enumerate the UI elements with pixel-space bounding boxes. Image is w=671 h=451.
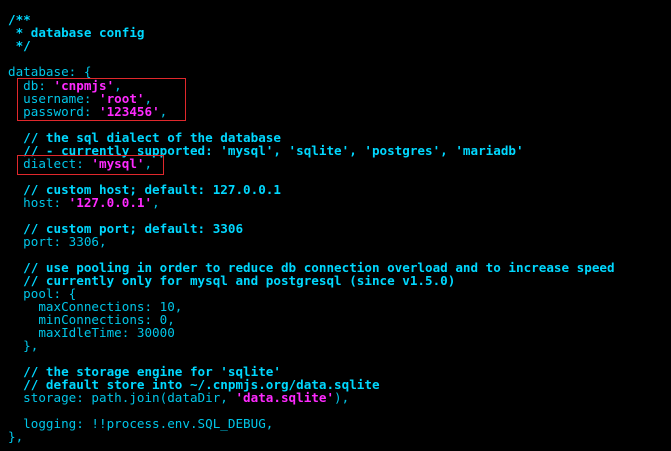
code-editor[interactable]: /** * database config */ database: { db:…	[0, 0, 671, 451]
password-key: password:	[8, 104, 99, 119]
host-key: host:	[8, 195, 69, 210]
database-open-line: database: {	[8, 64, 92, 79]
dialect-value: 'mysql'	[91, 156, 145, 171]
dialect-key: dialect:	[8, 156, 92, 171]
dialect-line: dialect: 'mysql',	[8, 157, 152, 170]
doc-comment-close: */	[8, 38, 31, 53]
logging-line: logging: !!process.env.SQL_DEBUG,	[8, 416, 274, 431]
host-value: '127.0.0.1'	[68, 195, 153, 210]
port-line: port: 3306,	[8, 234, 107, 249]
database-close-line: },	[8, 429, 24, 444]
host-line: host: '127.0.0.1',	[8, 196, 160, 209]
password-comma: ,	[159, 104, 168, 119]
storage-end: ),	[334, 390, 350, 405]
storage-value: 'data.sqlite'	[235, 390, 335, 405]
host-comma: ,	[152, 195, 160, 210]
storage-key: storage: path.join(dataDir,	[8, 390, 236, 405]
password-line: password: '123456',	[8, 105, 167, 118]
pool-close-line: },	[8, 338, 39, 353]
password-value: '123456'	[99, 104, 160, 119]
storage-line: storage: path.join(dataDir, 'data.sqlite…	[8, 391, 349, 404]
dialect-comma: ,	[144, 156, 153, 171]
